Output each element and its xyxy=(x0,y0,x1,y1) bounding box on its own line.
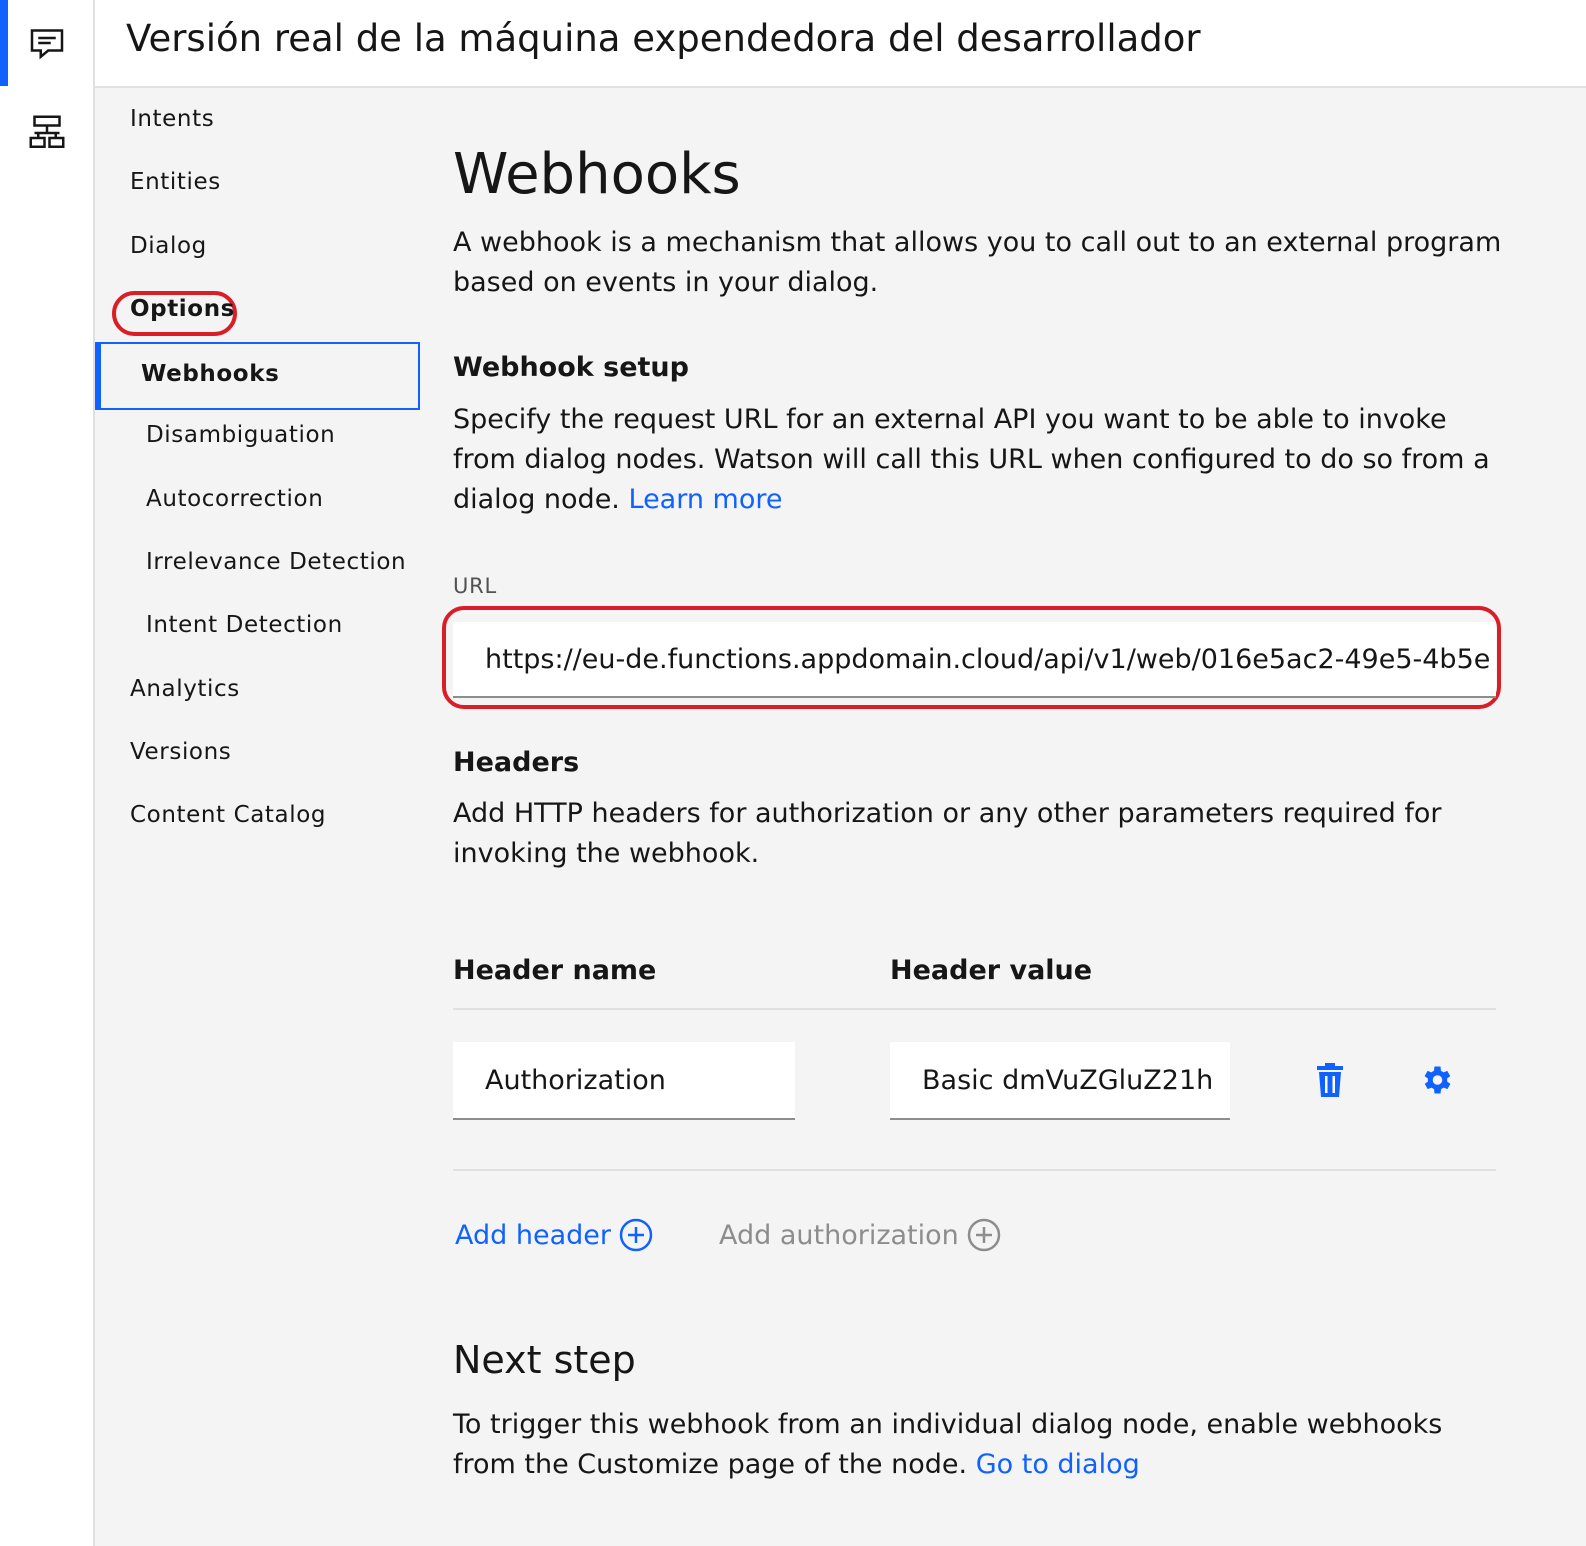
add-authorization-label: Add authorization xyxy=(719,1219,959,1251)
nav-autocorrection[interactable]: Autocorrection xyxy=(146,484,323,514)
nav-disambiguation[interactable]: Disambiguation xyxy=(146,420,335,450)
rail-item-dialog[interactable] xyxy=(0,90,93,176)
nav-dialog[interactable]: Dialog xyxy=(130,231,207,261)
nav-options[interactable]: Options xyxy=(130,294,235,324)
next-step-heading: Next step xyxy=(453,1338,636,1382)
chat-icon xyxy=(30,29,63,60)
next-step-description: To trigger this webhook from an individu… xyxy=(453,1409,1443,1480)
nav-content-catalog[interactable]: Content Catalog xyxy=(130,800,326,830)
rail-item-assistant[interactable] xyxy=(0,0,93,86)
table-divider-bottom xyxy=(453,1169,1496,1171)
header-name-column: Header name xyxy=(453,955,657,986)
next-step-text: To trigger this webhook from an individu… xyxy=(453,1405,1513,1485)
page-title: Webhooks xyxy=(453,142,741,207)
add-header-button[interactable]: Add header xyxy=(455,1218,653,1252)
learn-more-link[interactable]: Learn more xyxy=(629,484,783,515)
gear-icon xyxy=(1424,1066,1451,1094)
nav-intent-detection[interactable]: Intent Detection xyxy=(146,610,343,640)
url-label: URL xyxy=(453,574,498,598)
headers-heading: Headers xyxy=(453,747,580,778)
trash-icon xyxy=(1317,1063,1343,1097)
nav-analytics[interactable]: Analytics xyxy=(130,674,240,704)
top-bar: Versión real de la máquina expendedora d… xyxy=(95,0,1586,88)
setup-text: Specify the request URL for an external … xyxy=(453,400,1513,520)
icon-rail xyxy=(0,0,95,1546)
headers-text: Add HTTP headers for authorization or an… xyxy=(453,798,1442,869)
add-circle-icon xyxy=(619,1218,653,1252)
nav-webhooks-label: Webhooks xyxy=(141,361,280,387)
add-authorization-button[interactable]: Add authorization xyxy=(719,1218,1001,1252)
settings-header-button[interactable] xyxy=(1416,1060,1456,1100)
delete-header-button[interactable] xyxy=(1310,1060,1350,1100)
header-value-input[interactable]: Basic dmVuZGluZ21h xyxy=(890,1042,1230,1120)
nav-irrelevance-detection[interactable]: Irrelevance Detection xyxy=(146,547,406,577)
go-to-dialog-link[interactable]: Go to dialog xyxy=(976,1449,1140,1480)
header-name-input[interactable]: Authorization xyxy=(453,1042,795,1120)
add-circle-icon xyxy=(967,1218,1001,1252)
nav-webhooks[interactable]: Webhooks xyxy=(95,342,420,410)
dialog-tree-icon xyxy=(29,115,64,148)
setup-heading: Webhook setup xyxy=(453,352,689,383)
skill-title: Versión real de la máquina expendedora d… xyxy=(126,17,1201,60)
header-value-column: Header value xyxy=(890,955,1093,986)
url-input[interactable]: https://eu-de.functions.appdomain.cloud/… xyxy=(453,622,1496,698)
nav-entities[interactable]: Entities xyxy=(130,167,221,197)
nav-versions[interactable]: Versions xyxy=(130,737,231,767)
add-header-label: Add header xyxy=(455,1219,611,1251)
table-divider-top xyxy=(453,1008,1496,1010)
setup-description: Specify the request URL for an external … xyxy=(453,404,1490,515)
intro-text: A webhook is a mechanism that allows you… xyxy=(453,227,1502,298)
nav-intents[interactable]: Intents xyxy=(130,104,214,134)
